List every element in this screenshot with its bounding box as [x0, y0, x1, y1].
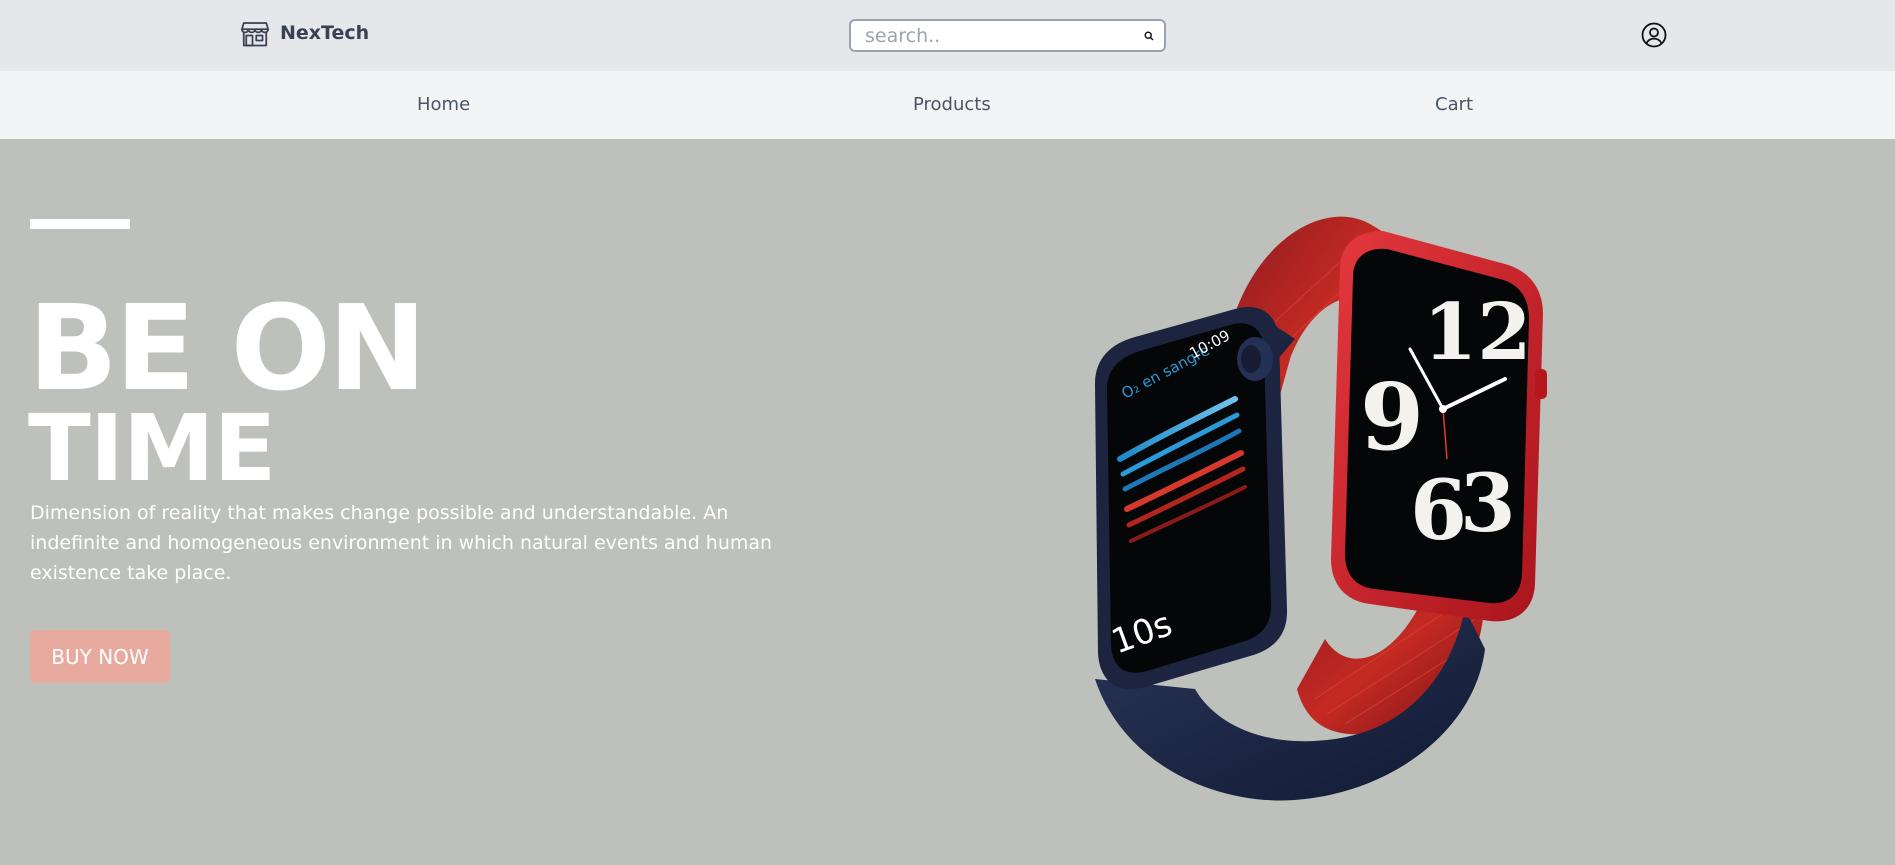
headline-line-1: BE ON	[28, 279, 427, 417]
buy-now-button[interactable]: BUY NOW	[30, 630, 170, 683]
nav-home[interactable]: Home	[417, 94, 470, 115]
brand-logo[interactable]: NexTech	[240, 18, 369, 48]
top-header: NexTech	[0, 0, 1895, 71]
numeral-9: 9	[1360, 363, 1424, 471]
accent-divider	[30, 219, 130, 229]
search-input[interactable]	[851, 21, 1131, 50]
user-circle-icon[interactable]	[1641, 22, 1667, 48]
brand-name: NexTech	[280, 22, 370, 44]
search-box	[849, 19, 1166, 52]
main-nav: Home Products Cart	[0, 71, 1895, 139]
numeral-3: 3	[1460, 456, 1516, 550]
hero-description: Dimension of reality that makes change p…	[30, 502, 773, 584]
nav-cart[interactable]: Cart	[1435, 94, 1473, 115]
numeral-12: 12	[1423, 287, 1532, 378]
search-icon[interactable]	[1142, 29, 1156, 43]
hero-headline: BE ON TIME	[28, 279, 427, 499]
numeral-6: 6	[1410, 463, 1467, 559]
red-watch: 12 9 6 3	[1331, 231, 1547, 622]
smartwatch-product-image: O₂ en sangre 10:09 10s 12 9 6 3	[1095, 216, 1547, 801]
storefront-icon	[240, 18, 270, 48]
navy-watch: O₂ en sangre 10:09 10s	[1095, 307, 1288, 690]
nav-products[interactable]: Products	[913, 94, 991, 115]
hero-section: BE ON TIME Dimension of reality that mak…	[0, 139, 1895, 865]
